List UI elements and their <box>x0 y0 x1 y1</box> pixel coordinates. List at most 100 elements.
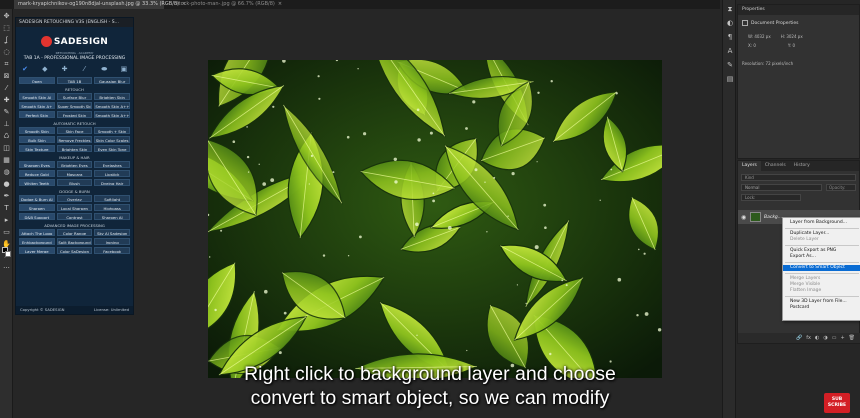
close-icon[interactable]: × <box>278 1 282 7</box>
group-icon[interactable]: ▭ <box>832 335 837 341</box>
document-tab-active[interactable]: mark-kryapichnikov-og190n8djal-unsplash.… <box>14 0 186 9</box>
action-button[interactable]: Reduce Gold <box>19 170 55 177</box>
action-button[interactable]: Surface Blur <box>56 93 93 100</box>
background-color-chip[interactable] <box>5 251 11 257</box>
lock-controls[interactable]: Lock: <box>741 194 801 201</box>
path-select-tool-icon[interactable]: ▸ <box>2 216 11 225</box>
action-button[interactable]: Brighten Skin <box>56 145 93 152</box>
eye-icon[interactable]: ◉ <box>741 214 747 221</box>
action-button[interactable]: Color Range <box>56 229 93 236</box>
adjustment-layer-icon[interactable]: ◑ <box>823 335 827 341</box>
action-button[interactable]: Blush <box>56 179 93 186</box>
action-button[interactable]: Sharpen Eyes <box>19 161 55 168</box>
action-button[interactable]: Bulk Skin <box>19 136 55 143</box>
pen-tool-icon[interactable]: ✒ <box>2 192 11 201</box>
libraries-icon[interactable]: ▤ <box>725 74 735 84</box>
blur-tool-icon[interactable]: ◍ <box>2 168 11 177</box>
action-button[interactable]: Gaussian Blur <box>94 77 131 84</box>
shape-tool-icon[interactable]: ▭ <box>2 228 11 237</box>
action-button[interactable]: Facebook <box>94 247 131 254</box>
action-button[interactable]: Frosted Skin <box>56 111 93 118</box>
action-button[interactable]: Highpass <box>94 204 131 211</box>
action-button[interactable]: Skin Texture <box>19 145 55 152</box>
menu-item[interactable]: Convert to Smart Object <box>783 265 860 271</box>
action-button[interactable]: Smooth + Skin <box>94 127 131 134</box>
action-button[interactable]: Sky AI Sadesign <box>94 229 131 236</box>
pipette-icon[interactable]: ⁄ <box>79 65 89 74</box>
action-button[interactable]: Open <box>19 77 55 84</box>
action-button[interactable]: Sharpen AI <box>94 213 131 220</box>
tab-layers[interactable]: Layers <box>738 161 761 171</box>
action-button[interactable]: Mascara <box>56 170 93 177</box>
gradient-tool-icon[interactable]: ▦ <box>2 156 11 165</box>
action-button[interactable]: Ironing <box>94 238 131 245</box>
action-button[interactable]: Softlight <box>94 195 131 202</box>
action-button[interactable]: Sharpen <box>19 204 55 211</box>
history-brush-tool-icon[interactable]: ♺ <box>2 132 11 141</box>
action-button[interactable]: Smooth Skin A+++ <box>94 111 131 118</box>
blend-mode-select[interactable]: Normal <box>741 184 822 191</box>
layer-kind-filter[interactable]: Kind <box>741 174 856 181</box>
fx-icon[interactable]: fx <box>806 335 811 341</box>
stamp-tool-icon[interactable]: ⊥ <box>2 120 11 129</box>
move-tool-icon[interactable]: ✥ <box>2 12 11 21</box>
opacity-field[interactable]: Opacity: <box>826 184 856 191</box>
action-button[interactable]: Whiten Teeth <box>19 179 55 186</box>
mask-icon[interactable]: ◐ <box>815 335 819 341</box>
droplet-icon[interactable]: ◆ <box>40 65 50 74</box>
menu-item[interactable]: Export As... <box>783 254 860 260</box>
action-button[interactable]: Smooth Skin A++ <box>94 102 131 109</box>
more-tools-icon[interactable]: ··· <box>2 264 11 273</box>
action-button[interactable]: Overlay <box>56 195 93 202</box>
action-button[interactable]: Split Background <box>56 238 93 245</box>
action-button[interactable]: Layer Merge <box>19 247 55 254</box>
canvas-image[interactable] <box>208 60 662 378</box>
marquee-tool-icon[interactable]: ⬚ <box>2 24 11 33</box>
action-button[interactable]: Attach The Logo <box>19 229 55 236</box>
type-tool-icon[interactable]: T <box>2 204 11 213</box>
action-button[interactable]: Contrast <box>56 213 93 220</box>
action-button[interactable]: Smooth Skin A+ <box>19 102 55 109</box>
adjustments-icon[interactable]: ◐ <box>725 18 735 28</box>
action-button[interactable]: D&B Support <box>19 213 55 220</box>
character-icon[interactable]: A <box>725 46 735 56</box>
action-button[interactable]: Smooth Skin AI <box>19 93 55 100</box>
action-button[interactable]: Skin Face <box>56 127 93 134</box>
frame-tool-icon[interactable]: ⊠ <box>2 72 11 81</box>
crop-tool-icon[interactable]: ⌗ <box>2 60 11 69</box>
action-button[interactable]: Eyelashes <box>94 161 131 168</box>
eraser-tool-icon[interactable]: ◫ <box>2 144 11 153</box>
bandage-icon[interactable]: ✚ <box>60 65 70 74</box>
tab-channels[interactable]: Channels <box>761 161 790 171</box>
action-button[interactable]: Perfect Skin <box>19 111 55 118</box>
action-button[interactable]: Local Sharpen <box>56 204 93 211</box>
action-button[interactable]: Brighten Eyes <box>56 161 93 168</box>
eyedropper-tool-icon[interactable]: ⁄ <box>2 84 11 93</box>
action-button[interactable]: Super Smooth Skin <box>56 102 93 109</box>
action-button[interactable]: Dyeing Hair <box>94 179 131 186</box>
action-button[interactable]: Brighten Skin <box>94 93 131 100</box>
action-button[interactable]: Color SaDesign <box>56 247 93 254</box>
color-swatches[interactable] <box>2 247 12 259</box>
subscribe-badge[interactable]: SUB SCRIBE <box>824 393 850 413</box>
new-layer-icon[interactable]: + <box>840 335 844 341</box>
document-tab[interactable]: stock-photo-man-.jpg @ 66.7% (RGB/8) × <box>172 0 292 9</box>
brush-tool-icon[interactable]: ✎ <box>2 108 11 117</box>
menu-item[interactable]: Postcard <box>783 305 860 311</box>
dodge-tool-icon[interactable]: ● <box>2 180 11 189</box>
paragraph-icon[interactable]: ¶ <box>725 32 735 42</box>
action-button[interactable]: Enhbackground <box>19 238 55 245</box>
action-button[interactable]: Dodge & Burn AI <box>19 195 55 202</box>
action-button[interactable]: Smooth Skin <box>19 127 55 134</box>
check-icon[interactable]: ✔ <box>20 65 30 74</box>
action-button[interactable]: Skin Color Scales <box>94 136 131 143</box>
quick-select-tool-icon[interactable]: ◌ <box>2 48 11 57</box>
bucket-icon[interactable]: ▣ <box>119 65 129 74</box>
tab-history[interactable]: History <box>790 161 814 171</box>
action-button[interactable]: Even Skin Tone <box>94 145 131 152</box>
menu-item[interactable]: Layer from Background... <box>783 220 860 226</box>
action-button[interactable]: TAB 1B <box>56 77 93 84</box>
brush-settings-icon[interactable]: ✎ <box>725 60 735 70</box>
action-button[interactable]: Lipstick <box>94 170 131 177</box>
healing-tool-icon[interactable]: ✚ <box>2 96 11 105</box>
